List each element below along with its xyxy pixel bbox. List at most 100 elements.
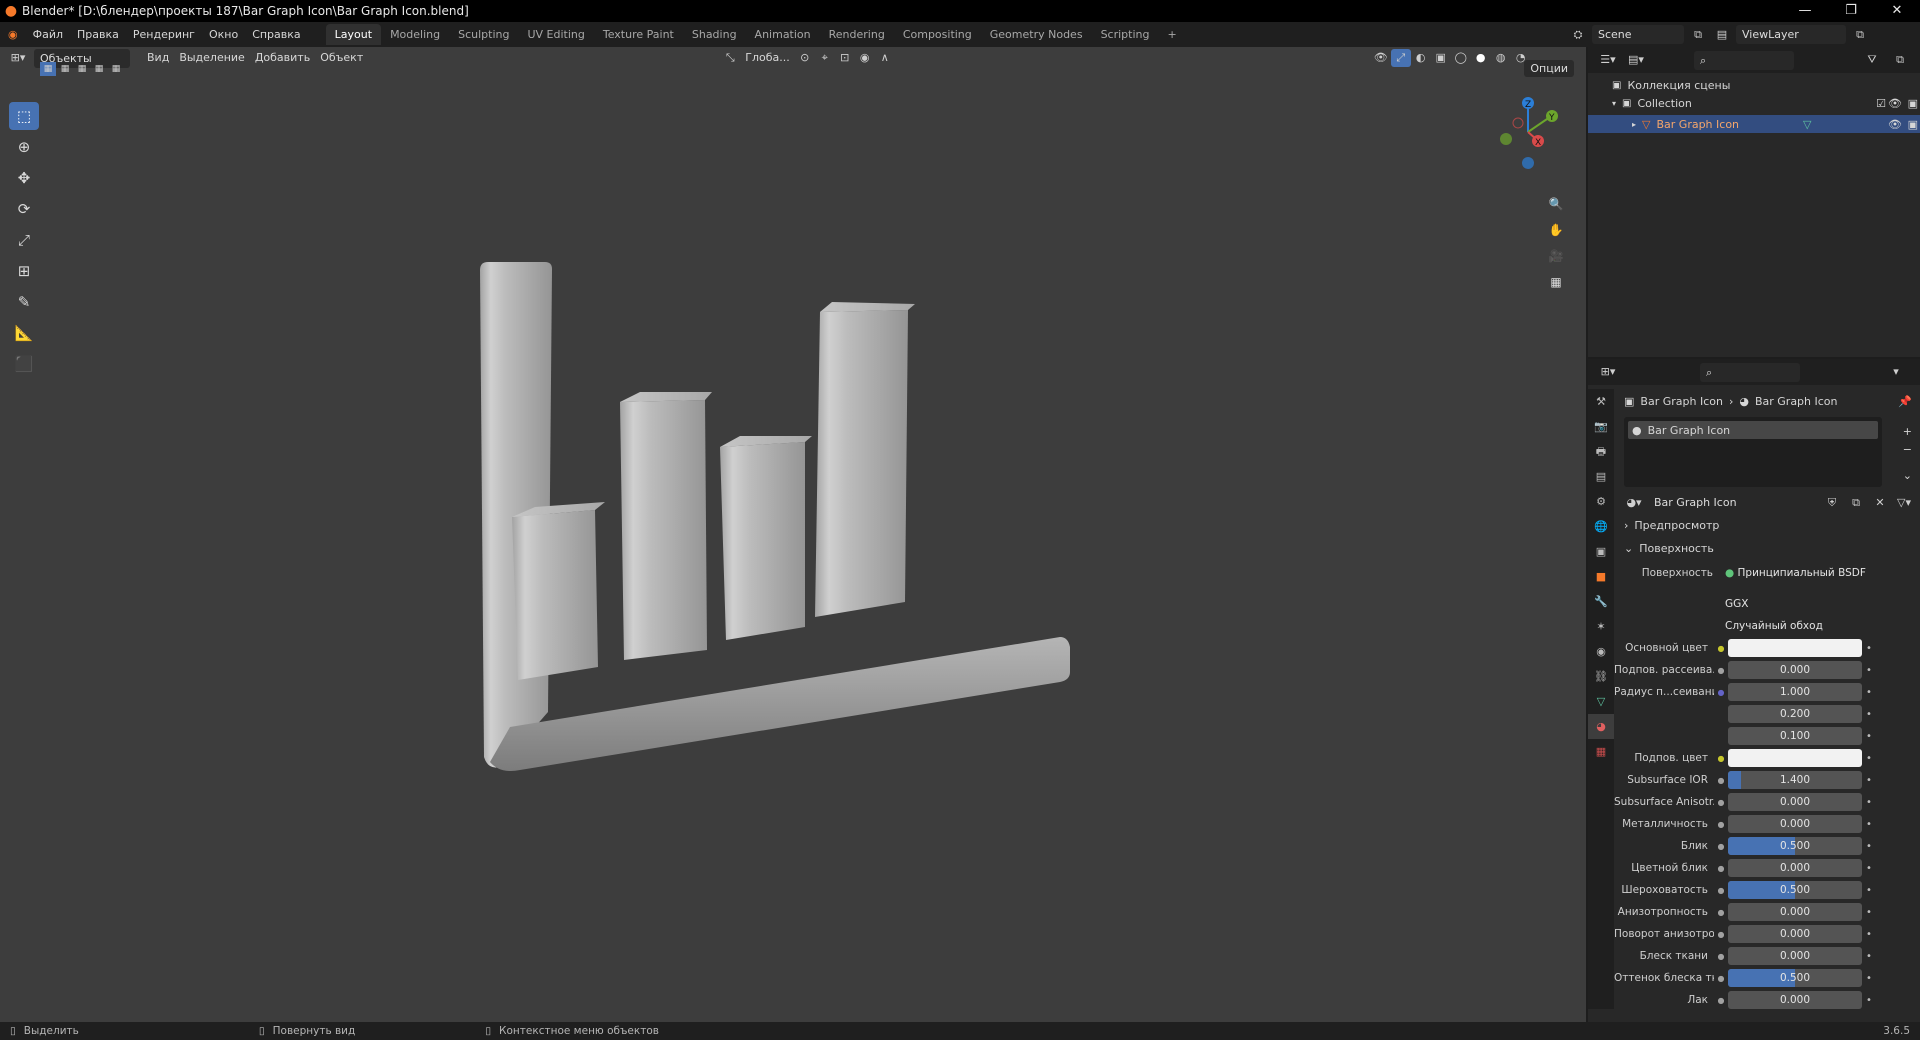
menu-edit[interactable]: Правка [70, 28, 126, 41]
material-shading-icon[interactable]: ◍ [1491, 49, 1511, 67]
rotate-tool-icon[interactable]: ⟳ [9, 195, 39, 223]
link-type-icon[interactable]: ▽▾ [1894, 494, 1914, 512]
render-camera-icon[interactable]: ▣ [1908, 97, 1918, 110]
tab-uv-editing[interactable]: UV Editing [518, 24, 593, 45]
axis-gizmo-icon[interactable]: Z Y X [1478, 87, 1578, 177]
socket-icon[interactable]: ● [1714, 754, 1728, 763]
options-dropdown[interactable]: Опции [1524, 60, 1574, 77]
expand-arrow-icon[interactable]: ▸ [1632, 120, 1636, 129]
select-box-tool-icon[interactable]: ⬚ [9, 102, 39, 130]
menu-add[interactable]: Добавить [250, 49, 315, 67]
keyframe-dot-icon[interactable]: • [1862, 819, 1876, 830]
gizmo-toggle-icon[interactable]: ⤢ [1390, 49, 1411, 67]
fake-user-shield-icon[interactable]: ⛨ [1822, 494, 1842, 512]
xray-icon[interactable]: ▣ [1431, 49, 1451, 67]
viewlayer-field[interactable]: ViewLayer [1736, 25, 1846, 44]
menu-view[interactable]: Вид [142, 49, 174, 67]
tab-view-layer-icon[interactable]: ▤ [1588, 464, 1614, 489]
keyframe-dot-icon[interactable]: • [1862, 709, 1876, 720]
render-camera-icon[interactable]: ▣ [1908, 118, 1918, 131]
hide-eye-icon[interactable]: 👁 [1888, 118, 1902, 131]
tab-texture-icon[interactable]: ▦ [1588, 739, 1614, 764]
surface-panel-header[interactable]: ⌄ Поверхность [1624, 542, 1714, 555]
close-icon[interactable]: ✕ [1874, 0, 1920, 22]
value-slider[interactable]: 0.000 [1728, 991, 1862, 1009]
value-slider[interactable]: 0.000 [1728, 661, 1862, 679]
socket-icon[interactable]: ● [1714, 820, 1728, 829]
tab-animation[interactable]: Animation [746, 24, 820, 45]
cursor-tool-icon[interactable]: ⊕ [9, 133, 39, 161]
maximize-icon[interactable]: ❐ [1828, 0, 1874, 22]
value-slider[interactable]: 0.500 [1728, 837, 1862, 855]
value-slider[interactable]: 0.100 [1728, 727, 1862, 745]
keyframe-dot-icon[interactable]: • [1862, 863, 1876, 874]
tab-render-icon[interactable]: 📷 [1588, 414, 1614, 439]
properties-options-icon[interactable]: ▾ [1886, 363, 1906, 381]
new-scene-icon[interactable]: ⧉ [1688, 26, 1708, 44]
visibility-icon[interactable]: 👁 [1371, 49, 1391, 67]
select-subtract-icon[interactable]: ▦ [74, 62, 90, 76]
preview-panel-header[interactable]: › Предпросмотр [1624, 519, 1719, 532]
tab-physics-icon[interactable]: ◉ [1588, 639, 1614, 664]
new-viewlayer-icon[interactable]: ⧉ [1850, 26, 1870, 44]
camera-view-icon[interactable]: 🎥 [1544, 244, 1568, 268]
move-tool-icon[interactable]: ✥ [9, 164, 39, 192]
slot-menu-icon[interactable]: ⌄ [1903, 469, 1912, 482]
material-name-field[interactable]: Bar Graph Icon [1648, 493, 1818, 512]
keyframe-dot-icon[interactable]: • [1862, 731, 1876, 742]
value-slider[interactable]: 0.000 [1728, 793, 1862, 811]
color-swatch[interactable] [1728, 639, 1862, 657]
socket-icon[interactable]: ● [1714, 776, 1728, 785]
subsurface-method-dropdown[interactable]: Случайный обход [1719, 617, 1869, 635]
tab-texture-paint[interactable]: Texture Paint [594, 24, 683, 45]
tab-scripting[interactable]: Scripting [1092, 24, 1159, 45]
add-cube-tool-icon[interactable]: ⬛ [9, 350, 39, 378]
socket-icon[interactable]: ● [1714, 666, 1728, 675]
tab-data-icon[interactable]: ▽ [1588, 689, 1614, 714]
keyframe-dot-icon[interactable]: • [1862, 995, 1876, 1006]
annotate-tool-icon[interactable]: ✎ [9, 288, 39, 316]
browse-material-icon[interactable]: ◕▾ [1624, 494, 1644, 512]
tab-modifiers-icon[interactable]: 🔧 [1588, 589, 1614, 614]
value-slider[interactable]: 0.000 [1728, 859, 1862, 877]
surface-shader-field[interactable]: ● Принципиальный BSDF [1719, 564, 1869, 582]
menu-render[interactable]: Рендеринг [126, 28, 202, 41]
socket-icon[interactable]: ● [1714, 886, 1728, 895]
tab-collection-icon[interactable]: ▣ [1588, 539, 1614, 564]
orientation-icon[interactable]: ⤡ [720, 49, 740, 67]
remove-slot-icon[interactable]: − [1903, 443, 1912, 456]
display-mode-icon[interactable]: ▤▾ [1626, 51, 1646, 69]
select-invert-icon[interactable]: ▦ [91, 62, 107, 76]
keyframe-dot-icon[interactable]: • [1862, 643, 1876, 654]
transform-tool-icon[interactable]: ⊞ [9, 257, 39, 285]
keyframe-dot-icon[interactable]: • [1862, 797, 1876, 808]
measure-tool-icon[interactable]: 📐 [9, 319, 39, 347]
value-slider[interactable]: 0.500 [1728, 969, 1862, 987]
tab-output-icon[interactable]: 🖶 [1588, 439, 1614, 464]
socket-icon[interactable]: ● [1714, 908, 1728, 917]
keyframe-dot-icon[interactable]: • [1862, 775, 1876, 786]
menu-file[interactable]: Файл [26, 28, 70, 41]
orientation-dropdown[interactable]: Глоба... [740, 49, 794, 67]
pan-hand-icon[interactable]: ✋ [1544, 218, 1568, 242]
keyframe-dot-icon[interactable]: • [1862, 907, 1876, 918]
value-slider[interactable]: 0.200 [1728, 705, 1862, 723]
value-slider[interactable]: 1.000 [1728, 683, 1862, 701]
wireframe-shading-icon[interactable]: ◯ [1451, 49, 1471, 67]
tab-geometry-nodes[interactable]: Geometry Nodes [981, 24, 1092, 45]
value-slider[interactable]: 0.000 [1728, 815, 1862, 833]
expand-arrow-icon[interactable]: ▾ [1612, 99, 1616, 108]
tab-layout[interactable]: Layout [325, 24, 382, 45]
pivot-icon[interactable]: ⊙ [795, 49, 815, 67]
tab-compositing[interactable]: Compositing [894, 24, 981, 45]
scene-field[interactable]: Scene [1592, 25, 1684, 44]
mesh-data-icon[interactable]: ▽ [1803, 118, 1811, 131]
value-slider[interactable]: 1.400 [1728, 771, 1862, 789]
hide-eye-icon[interactable]: 👁 [1888, 97, 1902, 110]
tab-object-icon[interactable]: ■ [1588, 564, 1614, 589]
value-slider[interactable]: 0.000 [1728, 925, 1862, 943]
socket-icon[interactable]: ● [1714, 864, 1728, 873]
tab-sculpting[interactable]: Sculpting [449, 24, 518, 45]
socket-icon[interactable]: ● [1714, 974, 1728, 983]
keyframe-dot-icon[interactable]: • [1862, 687, 1876, 698]
